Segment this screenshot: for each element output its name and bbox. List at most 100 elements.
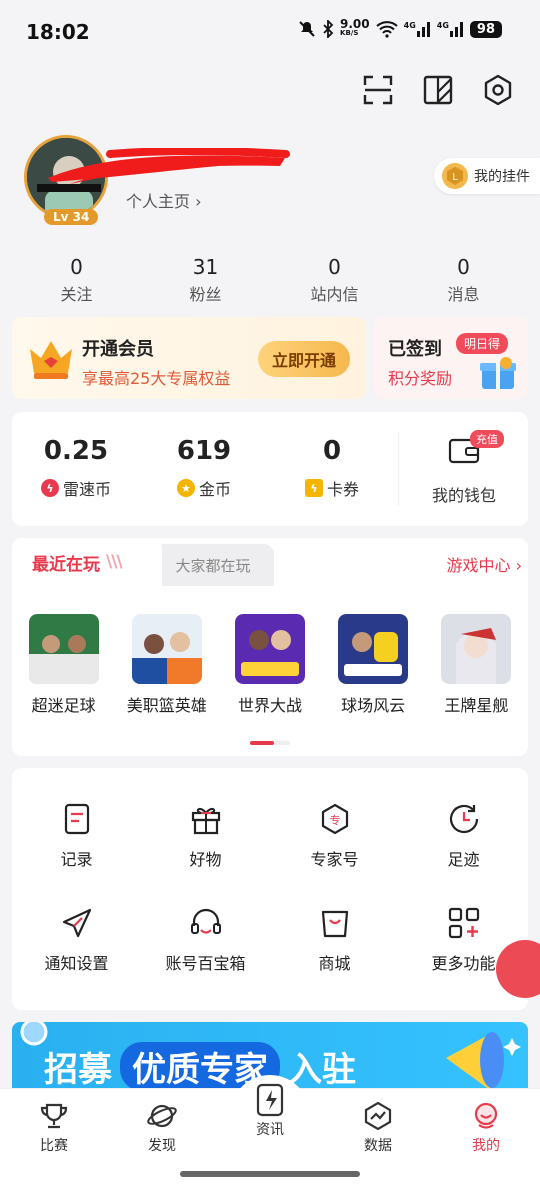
func-goods[interactable]: 好物 <box>141 768 270 878</box>
svg-text:L: L <box>452 172 458 183</box>
vip-card[interactable]: 开通会员 享最高25大专属权益 立即开通 <box>12 317 366 399</box>
game-item[interactable]: 王牌星舰 <box>426 614 526 716</box>
shopping-bag-icon <box>321 910 348 938</box>
crown-icon <box>30 341 72 379</box>
svg-text:专: 专 <box>329 813 340 827</box>
func-label: 好物 <box>189 850 222 869</box>
net-speed: 9.00 KB/S <box>340 17 370 38</box>
stat-count: 0 <box>457 255 470 279</box>
signin-badge: 明日得 <box>456 333 509 354</box>
func-expert[interactable]: 专专家号 <box>270 768 399 878</box>
stat-inbox[interactable]: 0 站内信 <box>270 255 399 305</box>
game-name: 超迷足球 <box>31 696 96 715</box>
expert-badge-icon: 专 <box>321 803 348 835</box>
signin-subtitle: 积分奖励 <box>388 369 453 388</box>
func-label: 更多功能 <box>431 954 496 973</box>
wallet-value: 619 <box>176 436 232 466</box>
more-grid-icon <box>448 907 479 939</box>
func-label: 专家号 <box>310 850 359 869</box>
signal-1: 4G <box>404 21 431 37</box>
game-thumbnail <box>338 614 409 684</box>
tab-label: 比赛 <box>40 1138 68 1154</box>
stat-messages[interactable]: 0 消息 <box>399 255 528 305</box>
status-icons: 9.00 KB/S 4G 4G 98 <box>298 17 502 38</box>
game-item[interactable]: 世界大战 <box>220 614 320 716</box>
signal-bars-icon <box>449 22 463 37</box>
func-records[interactable]: 记录 <box>12 768 141 878</box>
tab-news[interactable]: 资讯 <box>230 1075 310 1139</box>
game-name: 世界大战 <box>237 696 302 715</box>
my-wallet-button[interactable]: 我的钱包 充值 <box>400 412 528 526</box>
wallet-value: 0.25 <box>43 436 109 466</box>
lightning-coin-icon: ϟ <box>40 479 59 497</box>
func-label: 通知设置 <box>44 954 109 973</box>
wallet-label-row: ϟ 雷速币 <box>12 476 140 500</box>
game-center-link[interactable]: 游戏中心 › <box>447 552 523 576</box>
func-mall[interactable]: 商城 <box>270 878 399 988</box>
history-icon <box>449 804 478 834</box>
wallet-divider <box>398 432 399 506</box>
game-item[interactable]: 球场风云 <box>323 614 423 716</box>
wallet-item-leisu-coin[interactable]: 0.25 ϟ 雷速币 <box>12 412 140 526</box>
net-speed-value: 9.00 <box>340 17 370 31</box>
tab-mine[interactable]: 我的 <box>446 1101 526 1155</box>
tab-everyone-playing[interactable]: 大家都在玩 <box>152 544 274 586</box>
planet-icon <box>147 1104 177 1128</box>
game-item[interactable]: 美职篮英雄 <box>117 614 217 716</box>
wallet-item-coupon[interactable]: 0 ϟ 卡券 <box>268 412 396 526</box>
games-card: 大家都在玩 最近在玩 \\\ 游戏中心 › 超迷足球 美职篮英雄 世界大战 球场风… <box>12 538 528 756</box>
scan-icon[interactable] <box>360 72 396 108</box>
game-name: 球场风云 <box>341 696 406 715</box>
game-list: 超迷足球 美职篮英雄 世界大战 球场风云 王牌星舰 <box>12 614 528 716</box>
signin-card[interactable]: 已签到 明日得 积分奖励 <box>374 317 528 399</box>
tab-discover[interactable]: 发现 <box>122 1101 202 1155</box>
func-footprints[interactable]: 足迹 <box>399 768 528 878</box>
vip-open-button[interactable]: 立即开通 <box>258 341 350 377</box>
bluetooth-icon <box>323 20 334 38</box>
personal-homepage-link[interactable]: 个人主页 › <box>126 188 202 212</box>
wallet-item-gold-coin[interactable]: 619 ★ 金币 <box>140 412 268 526</box>
tab-matches[interactable]: 比赛 <box>14 1101 94 1155</box>
wallet-label: 金币 <box>198 480 231 499</box>
vip-title: 开通会员 <box>82 339 154 360</box>
tab-data[interactable]: 数据 <box>338 1101 418 1155</box>
wallet-card: 0.25 ϟ 雷速币 619 ★ 金币 0 ϟ 卡券 我的钱包 充值 <box>12 412 528 526</box>
headset-icon <box>190 908 221 934</box>
stat-follow[interactable]: 0 关注 <box>12 255 141 305</box>
pendant-label: 我的挂件 <box>474 169 530 185</box>
stat-label: 站内信 <box>310 285 359 304</box>
func-label: 商城 <box>318 954 351 973</box>
level-badge: Lv 34 <box>44 209 99 225</box>
stat-label: 消息 <box>447 285 480 304</box>
carousel-indicator-active <box>250 741 274 745</box>
status-time: 18:02 <box>26 20 90 44</box>
signal-2-label: 4G <box>436 21 449 30</box>
tab-recent-playing[interactable]: 最近在玩 \\\ <box>12 538 162 586</box>
func-label: 足迹 <box>447 850 480 869</box>
tab-label: 资讯 <box>256 1122 284 1138</box>
net-speed-unit: KB/S <box>340 29 359 37</box>
functions-grid: 记录 好物 专专家号 足迹 通知设置 账号百宝箱 商城 更多功能 <box>12 768 528 988</box>
theme-icon[interactable] <box>420 72 456 108</box>
tab-recent-label: 最近在玩 <box>32 554 100 575</box>
vip-subtitle: 享最高25大专属权益 <box>82 369 231 388</box>
settings-icon[interactable] <box>480 72 516 108</box>
func-label: 账号百宝箱 <box>165 954 246 973</box>
game-item[interactable]: 超迷足球 <box>14 614 114 716</box>
stat-fans[interactable]: 31 粉丝 <box>141 255 270 305</box>
tab-label: 发现 <box>148 1138 176 1154</box>
carousel-indicator <box>250 741 290 745</box>
gold-coin-icon: ★ <box>176 479 195 497</box>
send-icon <box>62 908 91 938</box>
wifi-icon <box>375 21 398 38</box>
tab-label: 数据 <box>364 1138 392 1154</box>
signal-1-label: 4G <box>403 21 416 30</box>
my-pendant-button[interactable]: L 我的挂件 <box>434 158 540 194</box>
medal-icon: L <box>442 163 468 189</box>
home-indicator[interactable] <box>180 1171 360 1177</box>
signin-title: 已签到 <box>388 339 442 360</box>
func-notification-settings[interactable]: 通知设置 <box>12 878 141 988</box>
wallet-label-row: ★ 金币 <box>140 476 268 500</box>
game-thumbnail <box>234 614 305 684</box>
func-account-toolbox[interactable]: 账号百宝箱 <box>141 878 270 988</box>
